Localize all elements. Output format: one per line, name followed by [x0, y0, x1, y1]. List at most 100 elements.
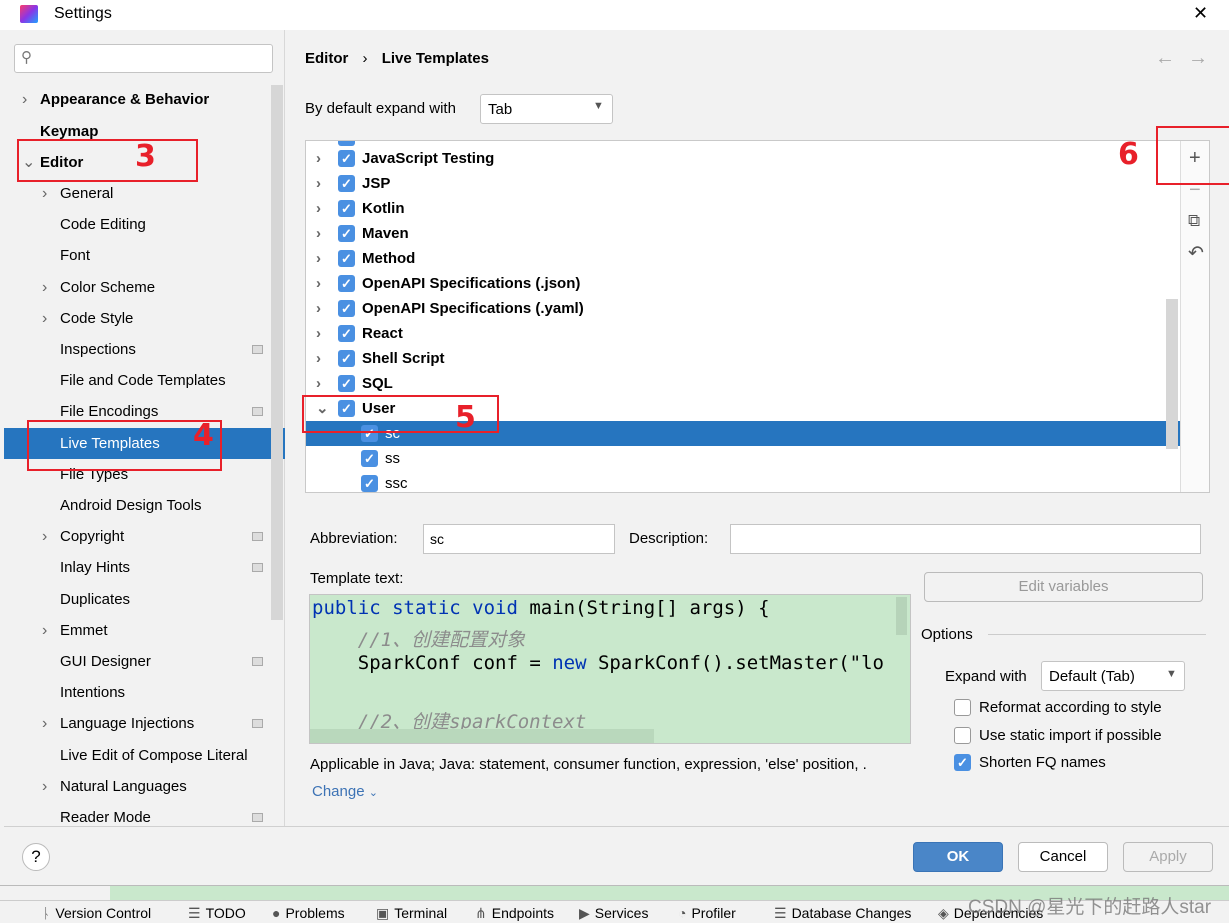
static_import-checkbox[interactable]: [954, 726, 971, 744]
sidebar-item[interactable]: › Natural Languages: [4, 771, 271, 802]
forward-arrow-icon[interactable]: →: [1188, 47, 1208, 70]
chevron-right-icon[interactable]: ›: [316, 296, 321, 321]
template-row[interactable]: ✓ ss: [306, 446, 1180, 471]
checkbox[interactable]: ✓: [338, 225, 355, 242]
checkbox[interactable]: ✓: [338, 175, 355, 192]
tool-window-todo[interactable]: ☰ TODO: [188, 905, 246, 922]
chevron-right-icon[interactable]: ›: [42, 272, 47, 303]
chevron-right-icon[interactable]: ›: [316, 346, 321, 371]
template-group-row[interactable]: › ✓ OpenAPI Specifications (.yaml): [306, 296, 1180, 321]
expand-with-option-dropdown[interactable]: Default (Tab) ▼: [1041, 661, 1185, 691]
tool-window-terminal[interactable]: ▣ Terminal: [376, 905, 447, 922]
chevron-right-icon[interactable]: ›: [316, 371, 321, 396]
chevron-right-icon[interactable]: ›: [42, 615, 47, 646]
restore-icon[interactable]: ↶: [1188, 242, 1204, 265]
sidebar-item[interactable]: Inspections: [4, 334, 271, 365]
chevron-right-icon[interactable]: ›: [316, 321, 321, 346]
sidebar-item[interactable]: GUI Designer: [4, 646, 271, 677]
sidebar-item[interactable]: Code Editing: [4, 209, 271, 240]
back-arrow-icon[interactable]: ←: [1155, 47, 1175, 70]
sidebar-scrollbar[interactable]: [271, 85, 283, 620]
tree-scrollbar[interactable]: [1166, 299, 1178, 449]
sidebar-item[interactable]: Android Design Tools: [4, 490, 271, 521]
chevron-right-icon[interactable]: ›: [42, 708, 47, 739]
abbreviation-input[interactable]: sc: [423, 524, 615, 554]
code-token: main(String[] args) {: [529, 597, 770, 619]
template-group-row[interactable]: › ✓ Kotlin: [306, 196, 1180, 221]
template-group-row[interactable]: › ✓ Shell Script: [306, 346, 1180, 371]
checkbox[interactable]: ✓: [338, 150, 355, 167]
code-token: new: [552, 652, 598, 674]
checkbox[interactable]: ✓: [338, 350, 355, 367]
description-input[interactable]: [730, 524, 1201, 554]
close-icon[interactable]: ✕: [1193, 3, 1208, 24]
tool-window-database-changes[interactable]: ☰ Database Changes: [774, 905, 911, 922]
sidebar-item-label: Duplicates: [60, 590, 131, 608]
sidebar-item[interactable]: › Color Scheme: [4, 272, 271, 303]
change-context-link[interactable]: Change ⌄: [312, 783, 378, 800]
template-text-editor[interactable]: public static void main(String[] args) {…: [309, 594, 911, 744]
sidebar-item[interactable]: › General: [4, 178, 271, 209]
chevron-right-icon[interactable]: ›: [42, 303, 47, 334]
template-label: OpenAPI Specifications (.yaml): [362, 300, 584, 317]
search-input[interactable]: ⚲: [14, 44, 273, 73]
template-row[interactable]: ✓ ssc: [306, 471, 1180, 492]
expand-with-dropdown[interactable]: Tab ▼: [480, 94, 613, 124]
template-group-row[interactable]: › ✓ SQL: [306, 371, 1180, 396]
checkbox[interactable]: ✓: [338, 325, 355, 342]
chevron-right-icon[interactable]: ›: [42, 178, 47, 209]
tool-window-label: Version Control: [55, 905, 152, 921]
sidebar-item[interactable]: Font: [4, 240, 271, 271]
checkbox[interactable]: ✓: [338, 300, 355, 317]
template-group-row[interactable]: › ✓ JavaScript Testing: [306, 146, 1180, 171]
chevron-right-icon[interactable]: ›: [22, 84, 27, 115]
sidebar-item[interactable]: Reader Mode: [4, 802, 271, 833]
template-group-row[interactable]: › ✓ JSP: [306, 171, 1180, 196]
sidebar-item[interactable]: › Language Injections: [4, 708, 271, 739]
chevron-right-icon[interactable]: ›: [316, 146, 321, 171]
sidebar-item[interactable]: › Copyright: [4, 521, 271, 552]
ok-button[interactable]: OK: [913, 842, 1003, 872]
template-group-row[interactable]: › ✓ Method: [306, 246, 1180, 271]
chevron-right-icon[interactable]: ›: [316, 171, 321, 196]
apply-button[interactable]: Apply: [1123, 842, 1213, 872]
change-label: Change: [312, 783, 365, 800]
tool-window-profiler[interactable]: ◔ Profiler: [678, 905, 736, 921]
chevron-right-icon[interactable]: ›: [316, 246, 321, 271]
reformat-checkbox[interactable]: [954, 699, 971, 716]
chevron-right-icon[interactable]: ›: [316, 196, 321, 221]
template-group-row[interactable]: › ✓ React: [306, 321, 1180, 346]
editor-scrollbar[interactable]: [896, 597, 907, 635]
template-group-row[interactable]: › ✓ OpenAPI Specifications (.json): [306, 271, 1180, 296]
checkbox[interactable]: ✓: [338, 375, 355, 392]
sidebar-item[interactable]: Duplicates: [4, 584, 271, 615]
tool-window-version-control[interactable]: ᚿ Version Control: [42, 905, 151, 921]
shorten-checkbox[interactable]: ✓: [954, 754, 971, 771]
copy-icon[interactable]: ⧉: [1188, 211, 1200, 231]
sidebar-item[interactable]: › Appearance & Behavior: [4, 84, 271, 115]
checkbox[interactable]: ✓: [338, 200, 355, 217]
sidebar-item[interactable]: Intentions: [4, 677, 271, 708]
cancel-button[interactable]: Cancel: [1018, 842, 1108, 872]
breadcrumb-parent[interactable]: Editor: [305, 50, 348, 67]
chevron-right-icon[interactable]: ›: [42, 521, 47, 552]
annotation-box-editor: [17, 139, 198, 182]
checkbox[interactable]: ✓: [338, 250, 355, 267]
sidebar-item[interactable]: › Code Style: [4, 303, 271, 334]
sidebar-item[interactable]: Inlay Hints: [4, 552, 271, 583]
chevron-right-icon[interactable]: ›: [316, 221, 321, 246]
template-group-row[interactable]: › ✓ Maven: [306, 221, 1180, 246]
help-button[interactable]: ?: [22, 843, 50, 871]
sidebar-item[interactable]: Live Edit of Compose Literal: [4, 740, 271, 771]
tool-window-services[interactable]: ▶ Services: [579, 905, 648, 922]
sidebar-item[interactable]: › Emmet: [4, 615, 271, 646]
edit-variables-button[interactable]: Edit variables: [924, 572, 1203, 602]
sidebar-item[interactable]: File and Code Templates: [4, 365, 271, 396]
tool-window-endpoints[interactable]: ⋔ Endpoints: [475, 905, 554, 922]
chevron-right-icon[interactable]: ›: [42, 771, 47, 802]
checkbox[interactable]: ✓: [361, 450, 378, 467]
tool-window-problems[interactable]: ● Problems: [272, 905, 345, 921]
chevron-right-icon[interactable]: ›: [316, 271, 321, 296]
checkbox[interactable]: ✓: [338, 275, 355, 292]
checkbox[interactable]: ✓: [361, 475, 378, 492]
